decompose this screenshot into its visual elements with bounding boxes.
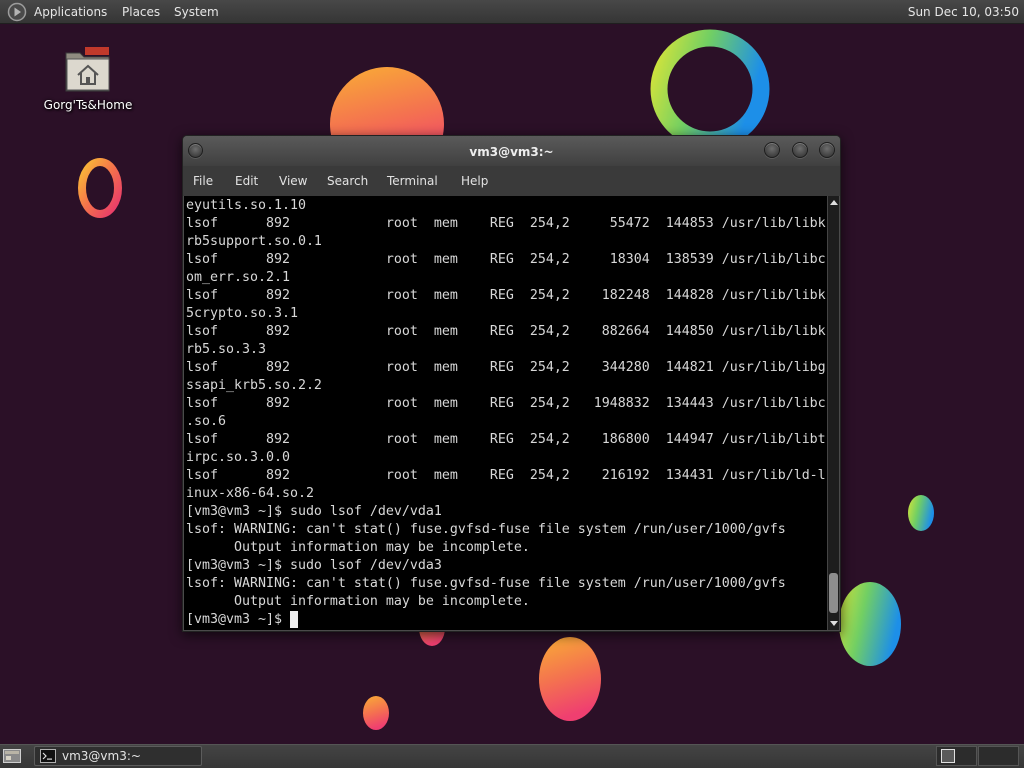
- scroll-up-arrow-icon[interactable]: [830, 200, 838, 205]
- medium-orange-bubble: [539, 637, 601, 721]
- small-orange-ring: [78, 158, 122, 218]
- desktop-icon-label[interactable]: Gorg'Ts&Home: [28, 97, 148, 113]
- terminal-line: rb5support.so.0.1: [186, 234, 322, 249]
- window-titlebar[interactable]: vm3@vm3:~: [183, 136, 840, 166]
- small-blue-bubble: [908, 495, 934, 531]
- terminal-line: .so.6: [186, 414, 226, 429]
- terminal-line: 5crypto.so.3.1: [186, 306, 298, 321]
- terminal-screen[interactable]: eyutils.so.1.10 lsof 892 root mem REG 25…: [184, 196, 827, 630]
- terminal-line: rb5.so.3.3: [186, 342, 266, 357]
- clock[interactable]: Sun Dec 10, 03:50: [908, 4, 1019, 20]
- terminal-output: eyutils.so.1.10 lsof 892 root mem REG 25…: [186, 197, 826, 629]
- menu-view[interactable]: View: [279, 173, 307, 189]
- text-cursor: [289, 611, 298, 628]
- menu-file[interactable]: File: [193, 173, 213, 189]
- taskbar-button-terminal[interactable]: vm3@vm3:~: [34, 746, 202, 766]
- terminal-line: lsof: WARNING: can't stat() fuse.gvfsd-f…: [186, 522, 786, 537]
- applications-menu[interactable]: Applications: [34, 4, 107, 20]
- terminal-line: lsof 892 root mem REG 254,2 1948832 1344…: [186, 396, 826, 411]
- home-folder-icon[interactable]: [63, 45, 113, 95]
- terminal-line: Output information may be incomplete.: [186, 540, 530, 555]
- terminal-line: lsof 892 root mem REG 254,2 344280 14482…: [186, 360, 826, 375]
- terminal-line: lsof 892 root mem REG 254,2 18304 138539…: [186, 252, 826, 267]
- terminal-scrollbar[interactable]: [827, 196, 839, 630]
- terminal-line: lsof 892 root mem REG 254,2 182248 14482…: [186, 288, 826, 303]
- terminal-prompt-line[interactable]: [vm3@vm3 ~]$: [186, 611, 826, 629]
- workspace-window-thumbnail: [941, 749, 955, 763]
- workspace-1[interactable]: [936, 746, 977, 766]
- maximize-button[interactable]: [792, 142, 808, 158]
- green-blue-ring: [650, 29, 770, 149]
- terminal-line: om_err.so.2.1: [186, 270, 290, 285]
- shell-prompt: [vm3@vm3 ~]$: [186, 612, 290, 627]
- terminal-menubar: File Edit View Search Terminal Help: [183, 166, 840, 196]
- show-desktop-icon[interactable]: [2, 747, 22, 765]
- terminal-line: lsof 892 root mem REG 254,2 55472 144853…: [186, 216, 826, 231]
- terminal-line: lsof 892 root mem REG 254,2 216192 13443…: [186, 468, 826, 483]
- workspace-switcher[interactable]: [936, 746, 1020, 766]
- scrollbar-thumb[interactable]: [829, 573, 838, 613]
- terminal-icon: [40, 749, 56, 763]
- terminal-line: irpc.so.3.0.0: [186, 450, 290, 465]
- terminal-line: eyutils.so.1.10: [186, 198, 306, 213]
- window-title: vm3@vm3:~: [469, 145, 554, 159]
- menu-search[interactable]: Search: [327, 173, 368, 189]
- bottom-panel: vm3@vm3:~: [0, 744, 1024, 768]
- places-menu[interactable]: Places: [122, 4, 160, 20]
- terminal-line: ssapi_krb5.so.2.2: [186, 378, 322, 393]
- terminal-window: vm3@vm3:~ File Edit View Search Terminal…: [182, 135, 841, 632]
- menu-help[interactable]: Help: [461, 173, 488, 189]
- terminal-line: lsof 892 root mem REG 254,2 186800 14494…: [186, 432, 826, 447]
- small-orange-bubble: [363, 696, 389, 730]
- menu-edit[interactable]: Edit: [235, 173, 258, 189]
- terminal-line: [vm3@vm3 ~]$ sudo lsof /dev/vda1: [186, 504, 442, 519]
- menu-logo-icon[interactable]: [7, 2, 27, 22]
- terminal-line: lsof 892 root mem REG 254,2 882664 14485…: [186, 324, 826, 339]
- medium-blue-bubble: [839, 582, 901, 666]
- scroll-down-arrow-icon[interactable]: [830, 621, 838, 626]
- terminal-line: Output information may be incomplete.: [186, 594, 530, 609]
- terminal-line: lsof: WARNING: can't stat() fuse.gvfsd-f…: [186, 576, 786, 591]
- top-panel: Applications Places System Sun Dec 10, 0…: [0, 0, 1024, 24]
- menu-terminal[interactable]: Terminal: [387, 173, 438, 189]
- terminal-line: inux-x86-64.so.2: [186, 486, 314, 501]
- workspace-2[interactable]: [978, 746, 1019, 766]
- minimize-button[interactable]: [764, 142, 780, 158]
- terminal-line: [vm3@vm3 ~]$ sudo lsof /dev/vda3: [186, 558, 442, 573]
- close-button[interactable]: [819, 142, 835, 158]
- system-menu[interactable]: System: [174, 4, 219, 20]
- taskbar-button-label: vm3@vm3:~: [62, 749, 141, 763]
